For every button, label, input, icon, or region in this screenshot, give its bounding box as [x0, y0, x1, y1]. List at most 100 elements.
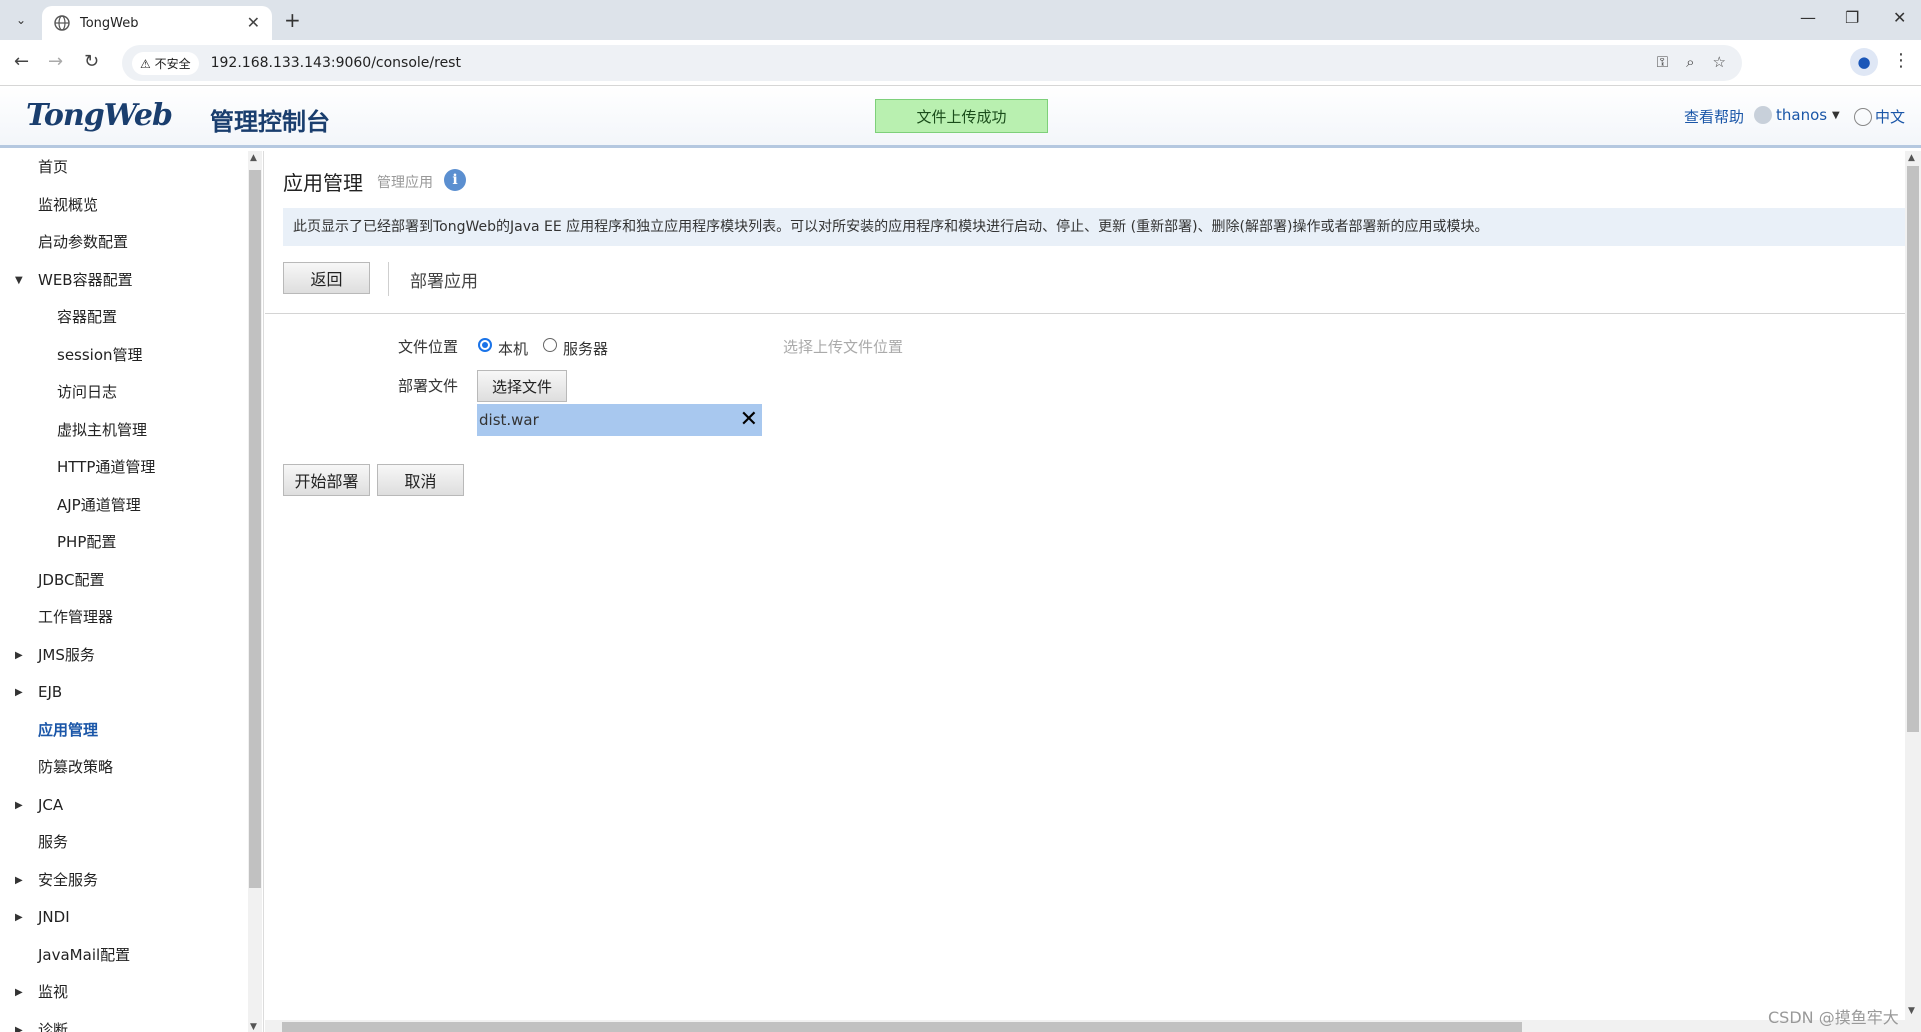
sidebar-item[interactable]: JDBC配置 [38, 568, 104, 592]
sidebar-item[interactable]: 首页 [38, 155, 68, 179]
sidebar-item[interactable]: JNDI [38, 905, 70, 929]
browser-menu-icon[interactable]: ⋮ [1892, 50, 1910, 71]
back-arrow-icon[interactable]: ← [14, 51, 29, 72]
star-icon[interactable]: ☆ [1713, 53, 1726, 71]
sidebar-item[interactable]: 启动参数配置 [38, 230, 128, 254]
close-tab-icon[interactable]: ✕ [247, 13, 260, 32]
sidebar-item[interactable]: 虚拟主机管理 [57, 418, 147, 442]
help-link[interactable]: 查看帮助 [1684, 106, 1744, 127]
page-subtitle: 管理应用 [377, 175, 433, 191]
start-deploy-button[interactable]: 开始部署 [283, 464, 370, 496]
language-globe-icon [1854, 107, 1872, 126]
sidebar-item[interactable]: 容器配置 [57, 305, 117, 329]
scroll-up-arrow-icon[interactable]: ▲ [250, 153, 257, 163]
collapsed-arrow-icon[interactable]: ▶ [15, 1025, 23, 1032]
reload-icon[interactable]: ↻ [84, 51, 99, 72]
zoom-icon[interactable]: ⌕ [1686, 53, 1694, 71]
sidebar-item[interactable]: 诊断 [38, 1018, 68, 1032]
cancel-button[interactable]: 取消 [377, 464, 464, 496]
user-menu[interactable]: thanos [1754, 106, 1827, 124]
sidebar-item-label: EJB [38, 683, 63, 701]
window-close-icon[interactable]: ✕ [1893, 8, 1906, 27]
local-radio-label: 本机 [498, 340, 529, 358]
collapsed-arrow-icon[interactable]: ▶ [15, 987, 23, 998]
watermark: CSDN @摸鱼牢大 [1768, 1008, 1899, 1027]
back-button[interactable]: 返回 [283, 262, 370, 294]
sidebar-item-label: AJP通道管理 [57, 495, 141, 514]
scroll-up-arrow-icon[interactable]: ▲ [1908, 153, 1915, 163]
profile-avatar-icon[interactable]: ● [1850, 48, 1878, 76]
info-icon[interactable]: i [444, 169, 466, 191]
forward-arrow-icon[interactable]: → [48, 51, 63, 72]
upload-success-toast: 文件上传成功 [875, 99, 1048, 133]
sidebar-item[interactable]: PHP配置 [57, 530, 116, 554]
page-description: 此页显示了已经部署到TongWeb的Java EE 应用程序和独立应用程序模块列… [283, 208, 1905, 246]
restore-icon[interactable]: ❐ [1845, 8, 1859, 27]
sidebar-item[interactable]: 监视概览 [38, 193, 98, 217]
sidebar-scroll-thumb[interactable] [249, 170, 261, 888]
minimize-icon[interactable]: — [1800, 8, 1816, 27]
file-location-label: 文件位置 [398, 338, 459, 356]
user-dropdown-caret-icon[interactable]: ▼ [1832, 110, 1840, 121]
section-title: 部署应用 [410, 272, 478, 292]
sidebar-item-label: JMS服务 [38, 645, 95, 664]
sidebar-item[interactable]: JCA [38, 793, 63, 817]
sidebar-item[interactable]: JMS服务 [38, 643, 95, 667]
sidebar-item[interactable]: WEB容器配置 [38, 268, 133, 292]
server-radio[interactable] [543, 338, 557, 352]
collapsed-arrow-icon[interactable]: ▶ [15, 800, 23, 811]
url-omnibox[interactable]: ⚠ 不安全 192.168.133.143:9060/console/rest … [122, 45, 1742, 81]
sidebar-item[interactable]: AJP通道管理 [57, 493, 141, 517]
url-text: 192.168.133.143:9060/console/rest [210, 55, 461, 71]
divider [388, 262, 389, 296]
language-label: 中文 [1875, 108, 1906, 126]
selected-file-chip: dist.war ✕ [477, 404, 762, 436]
sidebar-item[interactable]: 防篡改策略 [38, 755, 113, 779]
sidebar-item-label: 工作管理器 [38, 608, 114, 626]
security-label: 不安全 [154, 56, 191, 71]
scroll-down-arrow-icon[interactable]: ▼ [1908, 1006, 1915, 1016]
sidebar-item-label: JNDI [38, 908, 70, 926]
vertical-scroll-thumb[interactable] [1907, 166, 1919, 732]
address-bar: ← → ↻ ⚠ 不安全 192.168.133.143:9060/console… [0, 40, 1921, 86]
choose-file-button[interactable]: 选择文件 [477, 370, 567, 402]
sidebar-item-label: 服务 [38, 833, 69, 851]
warning-icon: ⚠ [140, 56, 151, 71]
new-tab-icon[interactable]: + [284, 8, 301, 32]
sidebar-item-label: JavaMail配置 [38, 945, 131, 964]
sidebar-item-label: 首页 [38, 158, 69, 176]
sidebar-item[interactable]: session管理 [57, 343, 143, 367]
scroll-down-arrow-icon[interactable]: ▼ [250, 1022, 257, 1032]
sidebar-item-label: 监视概览 [38, 195, 99, 214]
upload-location-hint: 选择上传文件位置 [783, 338, 904, 356]
sidebar-item[interactable]: 工作管理器 [38, 605, 113, 629]
language-switch[interactable]: 中文 [1854, 106, 1905, 127]
sidebar-item[interactable]: 应用管理 [38, 718, 98, 742]
sidebar-item[interactable]: HTTP通道管理 [57, 455, 155, 479]
browser-tab[interactable]: TongWeb ✕ [42, 6, 272, 40]
server-radio-label: 服务器 [563, 340, 609, 358]
horizontal-scroll-thumb[interactable] [282, 1022, 1522, 1032]
local-radio[interactable] [478, 338, 492, 352]
remove-file-icon[interactable]: ✕ [740, 404, 758, 436]
sidebar-item[interactable]: EJB [38, 680, 62, 704]
security-warning-badge[interactable]: ⚠ 不安全 [132, 51, 199, 75]
expanded-arrow-icon[interactable]: ▼ [15, 275, 23, 286]
browser-tab-bar: ⌄ TongWeb ✕ + — ❐ ✕ [0, 0, 1921, 40]
sidebar-item[interactable]: 服务 [38, 830, 68, 854]
key-icon[interactable]: ⚿ [1657, 53, 1668, 71]
collapsed-arrow-icon[interactable]: ▶ [15, 650, 23, 661]
collapsed-arrow-icon[interactable]: ▶ [15, 687, 23, 698]
sidebar-item[interactable]: 监视 [38, 980, 68, 1004]
sidebar-item-label: session管理 [57, 345, 143, 364]
sidebar-item-label: JCA [38, 795, 64, 814]
tab-title: TongWeb [80, 15, 139, 31]
sidebar-item-label: 应用管理 [38, 720, 99, 739]
sidebar-item[interactable]: 访问日志 [57, 380, 117, 404]
collapsed-arrow-icon[interactable]: ▶ [15, 912, 23, 923]
tab-list-button[interactable]: ⌄ [8, 8, 34, 32]
collapsed-arrow-icon[interactable]: ▶ [15, 875, 23, 886]
sidebar-item-label: 安全服务 [38, 870, 99, 889]
sidebar-item[interactable]: 安全服务 [38, 868, 98, 892]
sidebar-item[interactable]: JavaMail配置 [38, 943, 130, 967]
